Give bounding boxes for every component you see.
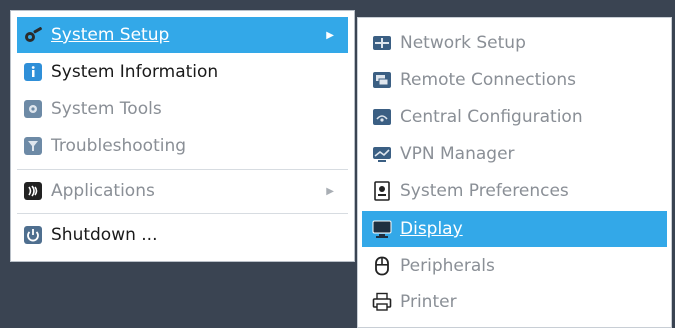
menu-item-label: Central Configuration	[400, 107, 583, 127]
menu-item-label: Applications	[51, 181, 155, 201]
submenu-item-network-setup[interactable]: Network Setup	[362, 25, 667, 61]
vpn-icon	[372, 144, 392, 164]
printer-icon	[372, 292, 392, 312]
remote-connections-icon	[372, 70, 392, 90]
menu-item-label: Remote Connections	[400, 70, 577, 90]
menu-item-troubleshooting[interactable]: Troubleshooting	[17, 128, 348, 164]
menu-item-label: Troubleshooting	[51, 136, 187, 156]
power-icon	[23, 225, 43, 245]
menu-item-system-tools[interactable]: System Tools	[17, 91, 348, 127]
submenu-item-printer[interactable]: Printer	[362, 284, 667, 320]
menu-item-shutdown[interactable]: Shutdown ...	[17, 217, 348, 253]
menu-item-applications[interactable]: Applications ▶	[17, 173, 348, 209]
menu-item-label: System Setup	[51, 25, 170, 45]
display-icon	[372, 219, 392, 239]
submenu-item-peripherals[interactable]: Peripherals	[362, 248, 667, 284]
menu-item-label: System Tools	[51, 99, 162, 119]
gear-wrench-icon	[23, 25, 43, 45]
menu-item-system-information[interactable]: System Information	[17, 54, 348, 90]
menu-item-label: Display	[400, 219, 463, 239]
menu-item-label: VPN Manager	[400, 144, 515, 164]
mouse-icon	[372, 256, 392, 276]
info-icon	[23, 62, 43, 82]
menu-separator	[17, 213, 348, 214]
submenu-item-remote-connections[interactable]: Remote Connections	[362, 62, 667, 98]
preferences-icon	[372, 181, 392, 201]
menu-item-system-setup[interactable]: System Setup ▶	[17, 17, 348, 53]
network-icon	[372, 33, 392, 53]
menu-item-label: System Preferences	[400, 181, 569, 201]
menu-separator	[17, 169, 348, 170]
tools-icon	[23, 99, 43, 119]
submenu-item-vpn-manager[interactable]: VPN Manager	[362, 136, 667, 172]
menu-item-label: Peripherals	[400, 256, 495, 276]
main-menu: System Setup ▶ System Information System…	[10, 10, 355, 262]
applications-icon	[23, 181, 43, 201]
submenu-arrow-icon: ▶	[326, 29, 334, 41]
central-configuration-icon	[372, 107, 392, 127]
submenu-item-central-configuration[interactable]: Central Configuration	[362, 99, 667, 135]
submenu-item-display[interactable]: Display	[362, 211, 667, 247]
submenu-item-system-preferences[interactable]: System Preferences	[362, 173, 667, 209]
menu-item-label: Printer	[400, 292, 457, 312]
submenu-arrow-icon: ▶	[326, 185, 334, 197]
troubleshooting-icon	[23, 136, 43, 156]
system-setup-submenu: Network Setup Remote Connections Central…	[357, 17, 672, 328]
menu-item-label: Network Setup	[400, 33, 526, 53]
menu-item-label: Shutdown ...	[51, 225, 158, 245]
menu-item-label: System Information	[51, 62, 219, 82]
